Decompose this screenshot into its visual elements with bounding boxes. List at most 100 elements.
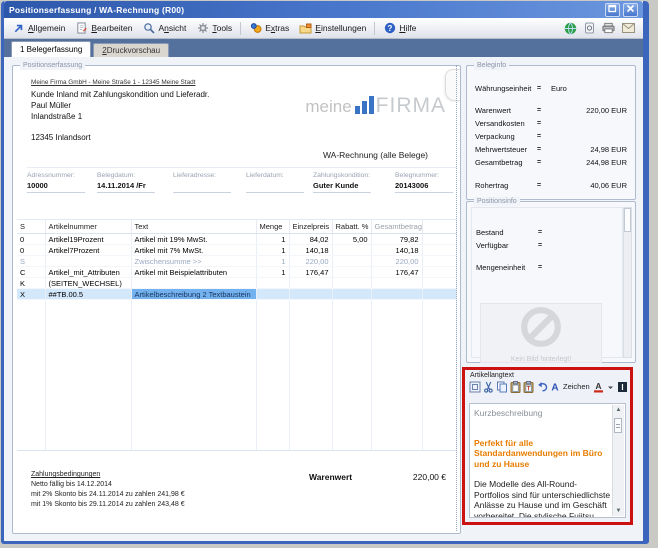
table-cell[interactable]: X	[17, 289, 45, 300]
table-cell[interactable]: 220,00	[371, 256, 422, 267]
table-cell[interactable]: 220,00	[289, 256, 332, 267]
table-cell[interactable]	[332, 256, 371, 267]
table-cell[interactable]: 140,18	[289, 245, 332, 256]
editor-scroll-thumb[interactable]	[614, 418, 622, 433]
column-header-einzelpreis[interactable]: Einzelpreis	[289, 220, 332, 234]
table-cell[interactable]	[332, 267, 371, 278]
table-cell[interactable]	[256, 289, 289, 300]
font-a-icon[interactable]: A	[550, 380, 560, 393]
table-cell[interactable]: 1	[256, 256, 289, 267]
menu-item-extras[interactable]: Extras	[244, 18, 294, 38]
table-cell[interactable]	[422, 256, 456, 267]
table-cell[interactable]	[422, 234, 456, 245]
paste-icon[interactable]	[510, 380, 521, 393]
table-row[interactable]: K(SEITEN_WECHSEL)	[17, 278, 456, 289]
positions-table[interactable]: SArtikelnummerTextMengeEinzelpreisRabatt…	[17, 219, 457, 451]
positionsinfo-scroll-thumb[interactable]	[624, 208, 631, 232]
table-cell[interactable]	[371, 278, 422, 289]
table-cell[interactable]	[371, 289, 422, 300]
table-cell[interactable]: K	[17, 278, 45, 289]
table-cell[interactable]	[332, 289, 371, 300]
table-cell[interactable]: (SEITEN_WECHSEL)	[45, 278, 131, 289]
table-cell[interactable]: 79,82	[371, 234, 422, 245]
table-cell[interactable]	[332, 245, 371, 256]
printer-icon[interactable]	[602, 22, 615, 34]
table-cell[interactable]	[422, 267, 456, 278]
mail-icon[interactable]	[622, 23, 635, 33]
scroll-up-icon[interactable]: ▲	[613, 406, 624, 414]
table-cell[interactable]	[332, 278, 371, 289]
menu-item-hilfe[interactable]: ?Hilfe	[378, 18, 421, 38]
table-cell[interactable]: 1	[256, 234, 289, 245]
table-cell[interactable]: ##TB.00.5	[45, 289, 131, 300]
close-button[interactable]	[623, 3, 638, 17]
table-cell[interactable]	[422, 289, 456, 300]
field-value[interactable]: Guter Kunde	[313, 181, 371, 193]
tab-1-belegerfassung[interactable]: 1 Belegerfassung	[11, 41, 91, 57]
zeichen-button[interactable]: Zeichen	[562, 382, 591, 391]
menu-item-allgemein[interactable]: Allgemein	[7, 18, 70, 38]
table-cell[interactable]: 176,47	[289, 267, 332, 278]
expand-icon[interactable]	[469, 380, 481, 393]
table-cell[interactable]: Zwischensumme >>	[131, 256, 256, 267]
record-icon[interactable]	[584, 22, 595, 34]
restore-button[interactable]	[605, 3, 620, 17]
table-cell[interactable]	[289, 278, 332, 289]
caret-down-icon[interactable]	[606, 380, 615, 393]
undo-icon[interactable]	[536, 380, 548, 393]
table-cell[interactable]: Artikel mit 19% MwSt.	[131, 234, 256, 245]
table-cell[interactable]: 1	[256, 245, 289, 256]
paste-text-icon[interactable]: T	[523, 380, 534, 393]
table-row[interactable]: 0Artikel7ProzentArtikel mit 7% MwSt.1140…	[17, 245, 456, 256]
column-header-s[interactable]: S	[17, 220, 45, 234]
table-cell[interactable]: 84,02	[289, 234, 332, 245]
table-cell[interactable]	[45, 256, 131, 267]
menu-item-bearbeiten[interactable]: Bearbeiten	[70, 18, 137, 38]
table-row[interactable]: CArtikel_mit_AttributenArtikel mit Beisp…	[17, 267, 456, 278]
scroll-down-icon[interactable]: ▼	[613, 507, 624, 515]
cut-icon[interactable]	[483, 380, 494, 393]
column-header-empty[interactable]	[422, 220, 456, 234]
table-cell[interactable]	[289, 289, 332, 300]
table-row[interactable]: SZwischensumme >>1220,00220,00	[17, 256, 456, 267]
positionsinfo-scrollbar[interactable]	[623, 207, 632, 358]
column-header-rabatt-[interactable]: Rabatt. %	[332, 220, 371, 234]
column-header-gesamtbetrag[interactable]: Gesamtbetrag	[371, 220, 422, 234]
menu-item-ansicht[interactable]: Ansicht	[137, 18, 191, 38]
table-cell[interactable]: 1	[256, 267, 289, 278]
table-cell[interactable]: 140,18	[371, 245, 422, 256]
field-value[interactable]	[246, 181, 304, 193]
font-color-icon[interactable]: A	[593, 380, 604, 393]
tab-2-druckvorschau[interactable]: 2 Druckvorschau	[93, 43, 169, 57]
table-cell[interactable]: 5,00	[332, 234, 371, 245]
panel-splitter[interactable]	[456, 65, 460, 531]
table-row[interactable]: 0Artikel19ProzentArtikel mit 19% MwSt.18…	[17, 234, 456, 245]
table-cell[interactable]: S	[17, 256, 45, 267]
table-cell[interactable]: Artikel mit Beispielattributen	[131, 267, 256, 278]
column-header-text[interactable]: Text	[131, 220, 256, 234]
column-header-menge[interactable]: Menge	[256, 220, 289, 234]
table-cell[interactable]: Artikelbeschreibung 2 Textbaustein	[131, 289, 256, 300]
table-cell[interactable]: Artikel_mit_Attributen	[45, 267, 131, 278]
table-cell[interactable]	[422, 245, 456, 256]
table-row[interactable]: X##TB.00.5Artikelbeschreibung 2 Textbaus…	[17, 289, 456, 300]
copy-icon[interactable]	[496, 380, 508, 393]
field-value[interactable]: 14.11.2014 /Fr	[97, 181, 155, 193]
globe-icon[interactable]	[564, 22, 577, 35]
field-value[interactable]	[173, 181, 231, 193]
menu-item-einstellungen[interactable]: Einstellungen	[294, 18, 371, 38]
column-header-artikelnummer[interactable]: Artikelnummer	[45, 220, 131, 234]
table-cell[interactable]: Artikel19Prozent	[45, 234, 131, 245]
table-cell[interactable]: 0	[17, 245, 45, 256]
table-cell[interactable]: 176,47	[371, 267, 422, 278]
table-cell[interactable]: Artikel7Prozent	[45, 245, 131, 256]
table-cell[interactable]: Artikel mit 7% MwSt.	[131, 245, 256, 256]
field-value[interactable]: 10000	[27, 181, 85, 193]
editor-scrollbar[interactable]: ▲ ▼	[612, 405, 624, 516]
table-cell[interactable]	[422, 278, 456, 289]
field-value[interactable]: 20143006	[395, 181, 453, 193]
table-cell[interactable]	[256, 278, 289, 289]
menu-item-tools[interactable]: Tools	[191, 18, 237, 38]
artikellangtext-editor[interactable]: KurzbeschreibungPerfekt für alle Standar…	[469, 403, 626, 518]
table-cell[interactable]: 0	[17, 234, 45, 245]
